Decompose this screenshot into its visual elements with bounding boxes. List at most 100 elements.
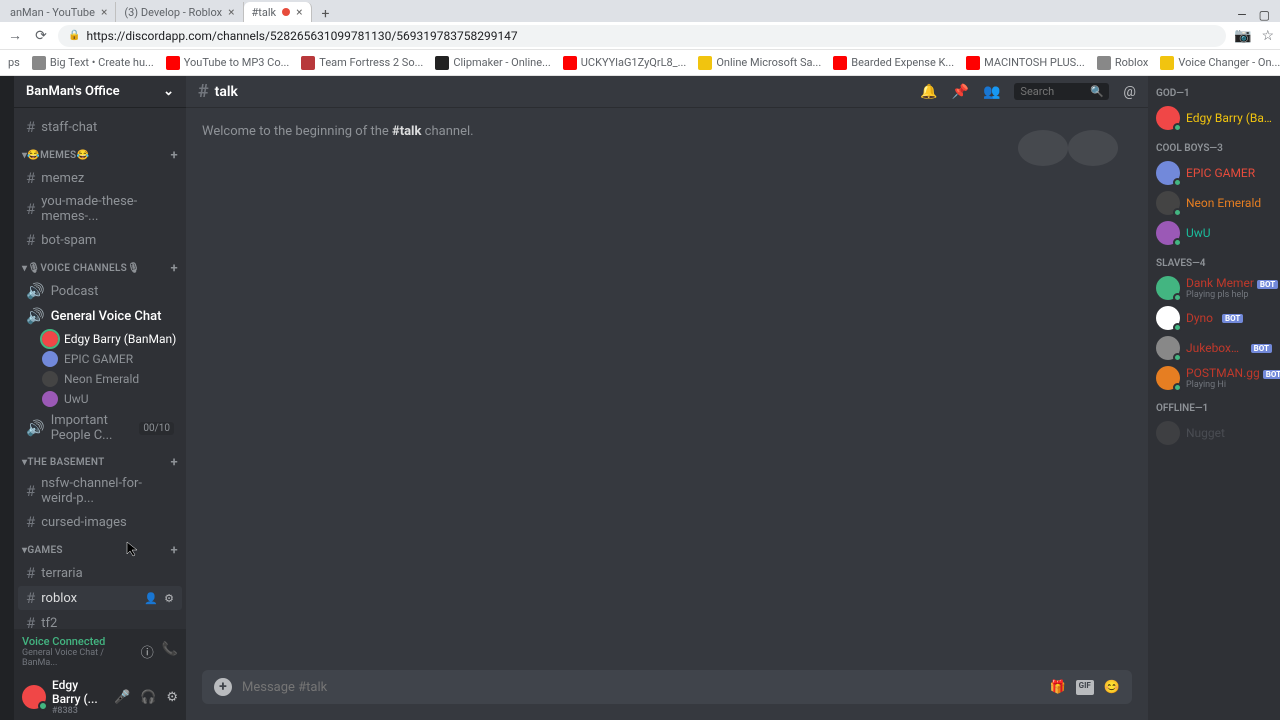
bookmark[interactable]: ps — [8, 56, 20, 69]
category-header[interactable]: ▾ 😂MEMES😂+ — [14, 140, 186, 165]
bookmark[interactable]: Voice Changer - On... — [1160, 56, 1280, 70]
settings-icon[interactable]: ⚙ — [166, 690, 178, 705]
member-item[interactable]: Edgy Barry (BanMa — [1156, 103, 1272, 133]
member-item[interactable]: DynoBOT — [1156, 303, 1272, 333]
add-channel-icon[interactable]: + — [171, 261, 178, 276]
message-input[interactable]: + 🎁 GIF 😊 — [202, 670, 1132, 704]
browser-tab-active[interactable]: #talk × — [244, 2, 312, 22]
close-icon[interactable]: × — [296, 5, 302, 19]
channel-text[interactable]: #bot-spam — [18, 228, 182, 252]
add-channel-icon[interactable]: + — [171, 455, 178, 470]
minimize-icon[interactable]: — — [1237, 8, 1246, 22]
bookmark[interactable]: UCKYYlaG1ZyQrL8_... — [563, 56, 687, 70]
channel-text[interactable]: #terraria — [18, 561, 182, 585]
close-icon[interactable]: × — [101, 5, 107, 19]
emoji-icon[interactable]: 😊 — [1104, 680, 1120, 695]
reload-icon[interactable]: ⟳ — [32, 28, 50, 44]
hash-icon: # — [198, 81, 209, 102]
chevron-down-icon: ⌄ — [163, 84, 174, 99]
category-header[interactable]: ▾ THE BASEMENT+ — [14, 447, 186, 472]
voice-connected-label: Voice Connected — [22, 635, 141, 648]
deafen-icon[interactable]: 🎧 — [140, 690, 156, 705]
gif-icon[interactable]: GIF — [1076, 680, 1094, 695]
channel-text[interactable]: #you-made-these-memes-... — [18, 191, 182, 227]
browser-tab[interactable]: anMan - YouTube × — [2, 2, 116, 22]
attach-icon[interactable]: + — [214, 678, 232, 696]
channel-text[interactable]: #cursed-images — [18, 510, 182, 534]
voice-user[interactable]: Neon Emerald — [14, 369, 186, 389]
star-icon[interactable]: ☆ — [1261, 28, 1274, 44]
bookmarks-bar: ps Big Text • Create hu... YouTube to MP… — [0, 50, 1280, 76]
channel-text[interactable]: #nsfw-channel-for-weird-p... — [18, 473, 182, 509]
bookmark[interactable]: YouTube to MP3 Co... — [166, 56, 290, 70]
discriminator-label: #8383 — [52, 706, 108, 716]
bookmark[interactable]: Bearded Expense K... — [833, 56, 954, 70]
message-area: Welcome to the beginning of the #talk ch… — [186, 108, 1148, 660]
new-tab-button[interactable]: + — [312, 6, 340, 22]
channel-text[interactable]: #staff-chat — [18, 115, 182, 139]
message-textbox[interactable] — [242, 680, 1039, 695]
maximize-icon[interactable]: ▢ — [1259, 8, 1270, 22]
category-header[interactable]: ▾ GAMES+ — [14, 535, 186, 560]
role-header: COOL BOYS—3 — [1156, 143, 1272, 154]
info-icon[interactable]: ⓘ — [141, 642, 154, 661]
member-list: GOD—1 Edgy Barry (BanMa COOL BOYS—3 EPIC… — [1148, 76, 1280, 720]
bookmark[interactable]: Online Microsoft Sa... — [698, 56, 821, 70]
username-label: Edgy Barry (... — [52, 678, 98, 706]
bookmark[interactable]: MACINTOSH PLUS... — [966, 56, 1085, 70]
member-item[interactable]: Dank MemerBOTPlaying pls help — [1156, 273, 1272, 303]
server-list[interactable] — [0, 76, 14, 720]
channel-voice-active[interactable]: 🔊General Voice Chat — [18, 304, 182, 328]
channel-sidebar: BanMan's Office ⌄ #staff-chat ▾ 😂MEMES😂+… — [14, 76, 186, 720]
browser-tab[interactable]: (3) Develop - Roblox × — [116, 2, 243, 22]
role-header: GOD—1 — [1156, 88, 1272, 99]
close-icon[interactable]: × — [228, 5, 234, 19]
user-panel: Edgy Barry (... #8383 🎤 🎧 ⚙ — [14, 674, 186, 720]
member-item[interactable]: EPIC GAMER — [1156, 158, 1272, 188]
add-channel-icon[interactable]: + — [171, 148, 178, 163]
member-item[interactable]: Jukebox_botBOT — [1156, 333, 1272, 363]
at-icon[interactable]: @ — [1123, 84, 1136, 100]
bookmark[interactable]: Big Text • Create hu... — [32, 56, 154, 70]
voice-user[interactable]: UwU — [14, 389, 186, 409]
invite-icon[interactable]: 👤 — [144, 592, 158, 605]
recording-icon — [282, 8, 290, 16]
server-header[interactable]: BanMan's Office ⌄ — [14, 76, 186, 108]
voice-user[interactable]: Edgy Barry (BanMan) — [14, 329, 186, 349]
member-item[interactable]: Neon Emerald — [1156, 188, 1272, 218]
bookmark[interactable]: Roblox — [1097, 56, 1149, 70]
member-item[interactable]: UwU — [1156, 218, 1272, 248]
add-channel-icon[interactable]: + — [171, 543, 178, 558]
channel-text[interactable]: #tf2 — [18, 611, 182, 629]
camera-icon[interactable]: 📷 — [1234, 28, 1251, 44]
lock-icon: 🔒 — [68, 30, 80, 41]
member-item[interactable]: POSTMAN.ggBOTPlaying Hi — [1156, 363, 1272, 393]
channel-text-hover[interactable]: #roblox👤⚙ — [18, 586, 182, 610]
wumpus-icon — [1008, 118, 1128, 168]
browser-tab-strip: anMan - YouTube × (3) Develop - Roblox ×… — [0, 0, 1280, 22]
bookmark[interactable]: Clipmaker - Online... — [435, 56, 550, 70]
bookmark[interactable]: Team Fortress 2 So... — [301, 56, 423, 70]
url-input[interactable]: 🔒 https://discordapp.com/channels/528265… — [58, 25, 1226, 47]
member-item[interactable]: Nugget — [1156, 418, 1272, 448]
channel-title: talk — [215, 84, 238, 100]
search-input[interactable]: 🔍 — [1014, 83, 1109, 100]
forward-icon[interactable]: → — [6, 27, 24, 44]
chat-main: # talk 🔔 📌 👥 🔍 @ Welcome to the beginnin… — [186, 76, 1148, 720]
category-header[interactable]: ▾ 🎙VOICE CHANNELS🎙+ — [14, 253, 186, 278]
gear-icon[interactable]: ⚙ — [164, 592, 174, 605]
channel-text[interactable]: #memez — [18, 166, 182, 190]
address-bar: → ⟳ 🔒 https://discordapp.com/channels/52… — [0, 22, 1280, 50]
gift-icon[interactable]: 🎁 — [1049, 680, 1065, 695]
bell-icon[interactable]: 🔔 — [920, 84, 937, 100]
channel-voice[interactable]: 🔊Important People C...00/10 — [18, 410, 182, 446]
pin-icon[interactable]: 📌 — [952, 84, 969, 100]
voice-status-panel: Voice Connected General Voice Chat / Ban… — [14, 629, 186, 674]
voice-user[interactable]: EPIC GAMER — [14, 349, 186, 369]
disconnect-icon[interactable]: 📞 — [162, 642, 178, 661]
mute-icon[interactable]: 🎤 — [114, 690, 130, 705]
voice-channel-label: General Voice Chat / BanMa... — [22, 648, 141, 668]
members-icon[interactable]: 👥 — [983, 84, 1000, 100]
avatar[interactable] — [22, 685, 46, 709]
channel-voice[interactable]: 🔊Podcast — [18, 279, 182, 303]
